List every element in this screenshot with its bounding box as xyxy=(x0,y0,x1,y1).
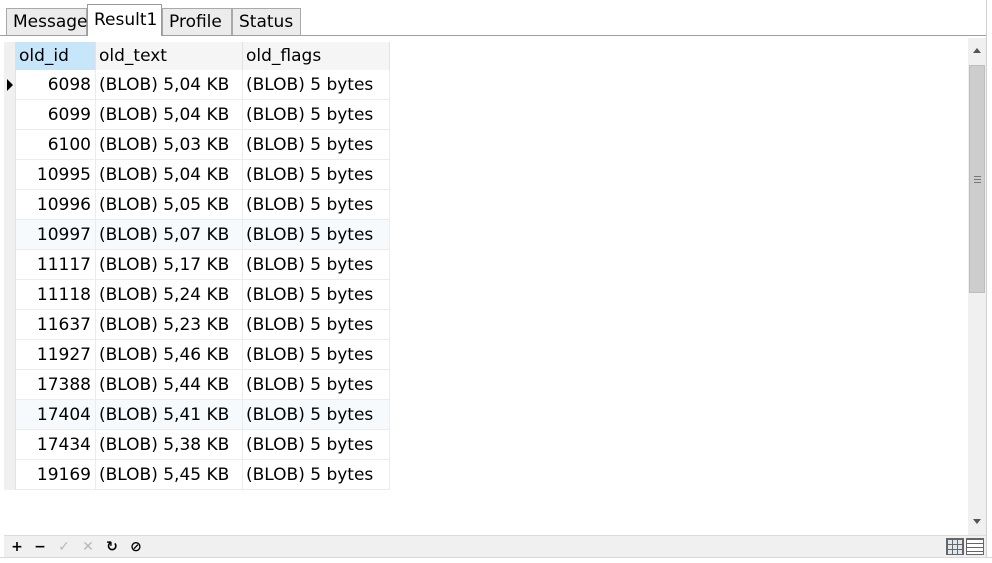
cell-old-id[interactable]: 17404 xyxy=(16,400,96,430)
cell-old-flags[interactable]: (BLOB) 5 bytes xyxy=(243,400,390,430)
cell-old-id[interactable]: 11927 xyxy=(16,340,96,370)
cell-old-text[interactable]: (BLOB) 5,17 KB xyxy=(96,250,243,280)
column-header-old-text[interactable]: old_text xyxy=(96,42,243,70)
table-row[interactable]: 11637 (BLOB) 5,23 KB (BLOB) 5 bytes xyxy=(4,310,390,340)
row-indicator[interactable] xyxy=(4,70,16,100)
header-corner[interactable] xyxy=(4,42,16,70)
cell-old-id[interactable]: 6098 xyxy=(16,70,96,100)
table-row[interactable]: 11117 (BLOB) 5,17 KB (BLOB) 5 bytes xyxy=(4,250,390,280)
scroll-down-icon[interactable] xyxy=(968,513,986,531)
cell-old-flags[interactable]: (BLOB) 5 bytes xyxy=(243,70,390,100)
row-indicator[interactable] xyxy=(4,100,16,130)
cell-old-text[interactable]: (BLOB) 5,24 KB xyxy=(96,280,243,310)
grid-toolbar: + − ✓ ✕ ↻ ⊘ xyxy=(4,535,986,557)
cell-old-flags[interactable]: (BLOB) 5 bytes xyxy=(243,460,390,490)
cell-old-text[interactable]: (BLOB) 5,46 KB xyxy=(96,340,243,370)
table-row[interactable]: 6099 (BLOB) 5,04 KB (BLOB) 5 bytes xyxy=(4,100,390,130)
cell-old-flags[interactable]: (BLOB) 5 bytes xyxy=(243,370,390,400)
column-header-old-flags[interactable]: old_flags xyxy=(243,42,390,70)
cell-old-flags[interactable]: (BLOB) 5 bytes xyxy=(243,280,390,310)
check-icon[interactable]: ✓ xyxy=(55,538,73,556)
cell-old-id[interactable]: 11118 xyxy=(16,280,96,310)
table-row[interactable]: 11927 (BLOB) 5,46 KB (BLOB) 5 bytes xyxy=(4,340,390,370)
table-row[interactable]: 11118 (BLOB) 5,24 KB (BLOB) 5 bytes xyxy=(4,280,390,310)
row-indicator[interactable] xyxy=(4,460,16,490)
result-grid-area: old_id old_text old_flags 6098 (BLOB) 5,0… xyxy=(4,38,968,535)
cell-old-id[interactable]: 11637 xyxy=(16,310,96,340)
table-row[interactable]: 6100 (BLOB) 5,03 KB (BLOB) 5 bytes xyxy=(4,130,390,160)
row-indicator[interactable] xyxy=(4,430,16,460)
grid-view-icon[interactable] xyxy=(946,538,964,555)
cell-old-id[interactable]: 10997 xyxy=(16,220,96,250)
table-row[interactable]: 17404 (BLOB) 5,41 KB (BLOB) 5 bytes xyxy=(4,400,390,430)
cell-old-text[interactable]: (BLOB) 5,04 KB xyxy=(96,70,243,100)
tab-message[interactable]: Message xyxy=(6,8,88,36)
column-header-old-id[interactable]: old_id xyxy=(16,42,96,70)
scrollbar-thumb[interactable] xyxy=(969,65,985,293)
minus-icon[interactable]: − xyxy=(31,538,49,556)
cell-old-text[interactable]: (BLOB) 5,03 KB xyxy=(96,130,243,160)
tab-profile[interactable]: Profile xyxy=(162,8,232,36)
cell-old-id[interactable]: 10995 xyxy=(16,160,96,190)
cell-old-flags[interactable]: (BLOB) 5 bytes xyxy=(243,190,390,220)
grid-rows: 6098 (BLOB) 5,04 KB (BLOB) 5 bytes 6099 (BLO… xyxy=(4,70,390,490)
row-indicator[interactable] xyxy=(4,130,16,160)
cell-old-id[interactable]: 11117 xyxy=(16,250,96,280)
cell-old-text[interactable]: (BLOB) 5,05 KB xyxy=(96,190,243,220)
stop-icon[interactable]: ⊘ xyxy=(127,538,145,556)
cross-icon[interactable]: ✕ xyxy=(79,538,97,556)
table-row[interactable]: 6098 (BLOB) 5,04 KB (BLOB) 5 bytes xyxy=(4,70,390,100)
cell-old-id[interactable]: 10996 xyxy=(16,190,96,220)
cell-old-text[interactable]: (BLOB) 5,44 KB xyxy=(96,370,243,400)
cell-old-id[interactable]: 19169 xyxy=(16,460,96,490)
current-row-arrow-icon xyxy=(7,79,13,91)
cell-old-text[interactable]: (BLOB) 5,45 KB xyxy=(96,460,243,490)
bottom-strip xyxy=(0,557,992,563)
row-indicator[interactable] xyxy=(4,160,16,190)
tab-status[interactable]: Status xyxy=(232,8,301,36)
scroll-up-icon[interactable] xyxy=(968,42,986,60)
cell-old-id[interactable]: 6100 xyxy=(16,130,96,160)
cell-old-flags[interactable]: (BLOB) 5 bytes xyxy=(243,340,390,370)
cell-old-text[interactable]: (BLOB) 5,23 KB xyxy=(96,310,243,340)
cell-old-text[interactable]: (BLOB) 5,07 KB xyxy=(96,220,243,250)
cell-old-flags[interactable]: (BLOB) 5 bytes xyxy=(243,250,390,280)
cell-old-id[interactable]: 17434 xyxy=(16,430,96,460)
cell-old-flags[interactable]: (BLOB) 5 bytes xyxy=(243,160,390,190)
cell-old-flags[interactable]: (BLOB) 5 bytes xyxy=(243,100,390,130)
result-tabbar: Message Result1 Profile Status xyxy=(0,0,992,36)
window-edge xyxy=(986,0,992,563)
form-view-icon[interactable] xyxy=(966,538,984,555)
row-indicator[interactable] xyxy=(4,190,16,220)
row-indicator[interactable] xyxy=(4,280,16,310)
vertical-scrollbar[interactable] xyxy=(968,38,986,535)
row-indicator[interactable] xyxy=(4,310,16,340)
cell-old-flags[interactable]: (BLOB) 5 bytes xyxy=(243,220,390,250)
tab-result1[interactable]: Result1 xyxy=(87,4,162,36)
table-row[interactable]: 17388 (BLOB) 5,44 KB (BLOB) 5 bytes xyxy=(4,370,390,400)
row-indicator[interactable] xyxy=(4,250,16,280)
cell-old-id[interactable]: 6099 xyxy=(16,100,96,130)
table-row[interactable]: 19169 (BLOB) 5,45 KB (BLOB) 5 bytes xyxy=(4,460,390,490)
row-indicator[interactable] xyxy=(4,400,16,430)
cell-old-text[interactable]: (BLOB) 5,38 KB xyxy=(96,430,243,460)
row-indicator[interactable] xyxy=(4,370,16,400)
cell-old-text[interactable]: (BLOB) 5,04 KB xyxy=(96,160,243,190)
table-row[interactable]: 10995 (BLOB) 5,04 KB (BLOB) 5 bytes xyxy=(4,160,390,190)
row-indicator[interactable] xyxy=(4,220,16,250)
table-row[interactable]: 10997 (BLOB) 5,07 KB (BLOB) 5 bytes xyxy=(4,220,390,250)
cell-old-flags[interactable]: (BLOB) 5 bytes xyxy=(243,310,390,340)
cell-old-flags[interactable]: (BLOB) 5 bytes xyxy=(243,430,390,460)
cell-old-id[interactable]: 17388 xyxy=(16,370,96,400)
grip-icon xyxy=(974,176,981,183)
refresh-icon[interactable]: ↻ xyxy=(103,538,121,556)
row-indicator[interactable] xyxy=(4,340,16,370)
grid-header: old_id old_text old_flags xyxy=(4,42,390,70)
table-row[interactable]: 17434 (BLOB) 5,38 KB (BLOB) 5 bytes xyxy=(4,430,390,460)
plus-icon[interactable]: + xyxy=(8,538,26,556)
cell-old-text[interactable]: (BLOB) 5,41 KB xyxy=(96,400,243,430)
cell-old-text[interactable]: (BLOB) 5,04 KB xyxy=(96,100,243,130)
table-row[interactable]: 10996 (BLOB) 5,05 KB (BLOB) 5 bytes xyxy=(4,190,390,220)
cell-old-flags[interactable]: (BLOB) 5 bytes xyxy=(243,130,390,160)
